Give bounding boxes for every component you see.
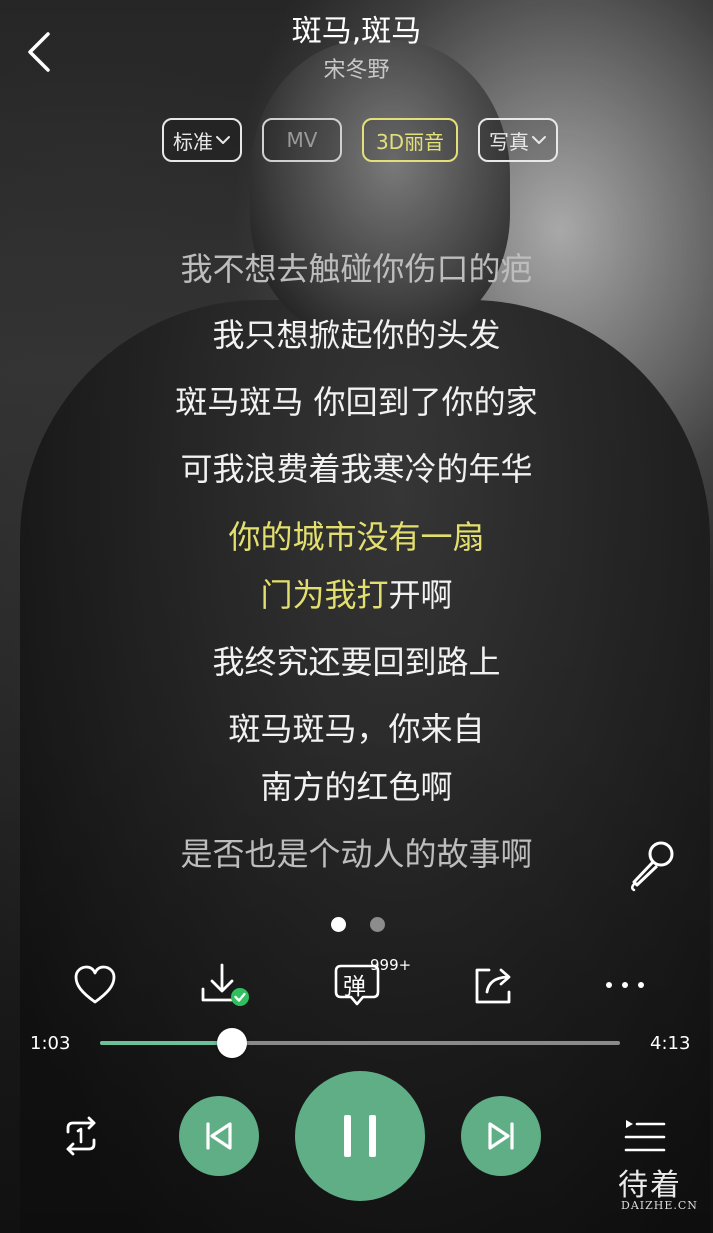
playlist-button[interactable] xyxy=(622,1118,666,1158)
previous-track-button[interactable] xyxy=(179,1096,259,1176)
chevron-down-icon xyxy=(216,136,230,144)
heart-icon xyxy=(74,965,116,1004)
artist-name[interactable]: 宋冬野 xyxy=(0,56,713,86)
repeat-one-button[interactable] xyxy=(58,1114,104,1158)
lyric-line[interactable]: 斑马斑马，你来自 xyxy=(0,707,713,751)
page-indicator-active[interactable] xyxy=(331,917,346,932)
karaoke-mic-button[interactable] xyxy=(626,838,680,892)
share-button[interactable] xyxy=(471,962,519,1008)
lyric-line[interactable]: 是否也是个动人的故事啊 xyxy=(0,832,713,876)
watermark-url: DAIZHE.CN xyxy=(621,1199,698,1212)
skip-previous-icon xyxy=(206,1122,232,1150)
lyric-unsung-part: 开啊 xyxy=(388,576,453,614)
page-indicator[interactable] xyxy=(370,917,385,932)
download-button[interactable] xyxy=(198,962,249,1008)
lyric-line[interactable]: 我只想掀起你的头发 xyxy=(0,313,713,357)
skip-next-icon xyxy=(488,1122,514,1150)
microphone-icon xyxy=(631,841,674,892)
pause-icon xyxy=(344,1115,376,1157)
like-button[interactable] xyxy=(71,962,119,1008)
sound-3d-label: 3D丽音 xyxy=(375,129,445,154)
chevron-down-icon xyxy=(532,136,546,144)
song-title: 斑马,斑马 xyxy=(291,14,422,49)
photo-mode-button[interactable]: 写真 xyxy=(478,118,558,162)
mv-button[interactable]: MV xyxy=(262,118,342,162)
lyric-line[interactable]: 我不想去触碰你伤口的疤 xyxy=(0,247,713,291)
lyric-line-current[interactable]: 你的城市没有一扇 xyxy=(0,515,713,559)
repeat-one-icon xyxy=(66,1116,96,1156)
download-icon xyxy=(201,963,249,1006)
danmaku-glyph: 弹 xyxy=(343,974,366,1000)
danmaku-count-badge: 999+ xyxy=(370,956,412,974)
more-button[interactable] xyxy=(601,962,649,1008)
lyric-line[interactable]: 斑马斑马 你回到了你的家 xyxy=(0,380,713,424)
next-track-button[interactable] xyxy=(461,1096,541,1176)
sound-3d-button[interactable]: 3D丽音 xyxy=(362,118,458,162)
more-dots-icon xyxy=(606,982,644,988)
playlist-icon xyxy=(624,1120,666,1152)
lyric-sung-part: 门为我打 xyxy=(260,576,389,614)
progress-thumb[interactable] xyxy=(217,1028,248,1058)
photo-label: 写真 xyxy=(489,129,529,154)
lyric-line-current-continued[interactable]: 门为我打开啊 xyxy=(0,573,713,617)
share-icon xyxy=(475,968,511,1004)
lyric-line[interactable]: 我终究还要回到路上 xyxy=(0,640,713,684)
quality-label: 标准 xyxy=(173,129,213,154)
total-time: 4:13 xyxy=(650,1033,691,1054)
lyric-line[interactable]: 南方的红色啊 xyxy=(0,765,713,809)
progress-fill xyxy=(100,1041,233,1045)
elapsed-time: 1:03 xyxy=(30,1033,71,1054)
pause-button[interactable] xyxy=(295,1071,425,1201)
watermark-logo: 待着 xyxy=(618,1168,682,1203)
quality-standard-button[interactable]: 标准 xyxy=(162,118,242,162)
progress-track[interactable] xyxy=(100,1041,620,1045)
lyric-line[interactable]: 可我浪费着我寒冷的年华 xyxy=(0,447,713,491)
mv-label: MV xyxy=(286,128,318,152)
